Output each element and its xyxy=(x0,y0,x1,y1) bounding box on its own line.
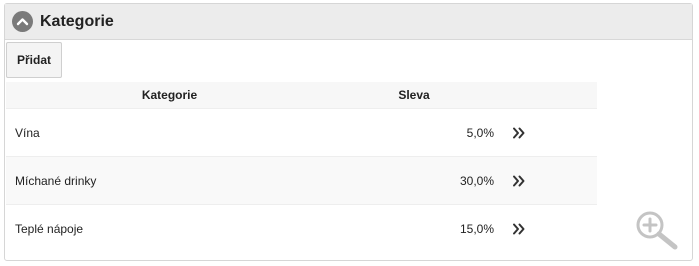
table-header: Kategorie Sleva xyxy=(6,82,597,108)
column-header-category: Kategorie xyxy=(141,88,198,102)
table-row[interactable]: Míchané drinky 30,0% xyxy=(6,156,597,204)
add-button[interactable]: Přidat xyxy=(6,42,62,78)
discount-value: 30,0% xyxy=(459,173,494,188)
double-chevron-right-icon[interactable] xyxy=(494,223,544,235)
table-row[interactable]: Teplé nápoje 15,0% xyxy=(6,204,597,252)
category-name: Míchané drinky xyxy=(15,173,97,188)
panel-title: Kategorie xyxy=(40,12,114,30)
discount-value: 15,0% xyxy=(459,221,494,236)
double-chevron-right-icon[interactable] xyxy=(494,175,544,187)
category-name: Vína xyxy=(15,125,40,140)
panel-header[interactable]: Kategorie xyxy=(5,4,692,40)
chevron-up-circle-icon[interactable] xyxy=(12,11,33,32)
column-header-discount: Sleva xyxy=(398,88,430,102)
discount-value: 5,0% xyxy=(466,125,494,140)
double-chevron-right-icon[interactable] xyxy=(494,127,544,139)
categories-table: Kategorie Sleva Vína 5,0% Míchané drinky… xyxy=(6,82,597,252)
zoom-in-icon[interactable] xyxy=(633,209,681,251)
category-name: Teplé nápoje xyxy=(15,221,84,236)
table-row[interactable]: Vína 5,0% xyxy=(6,108,597,156)
